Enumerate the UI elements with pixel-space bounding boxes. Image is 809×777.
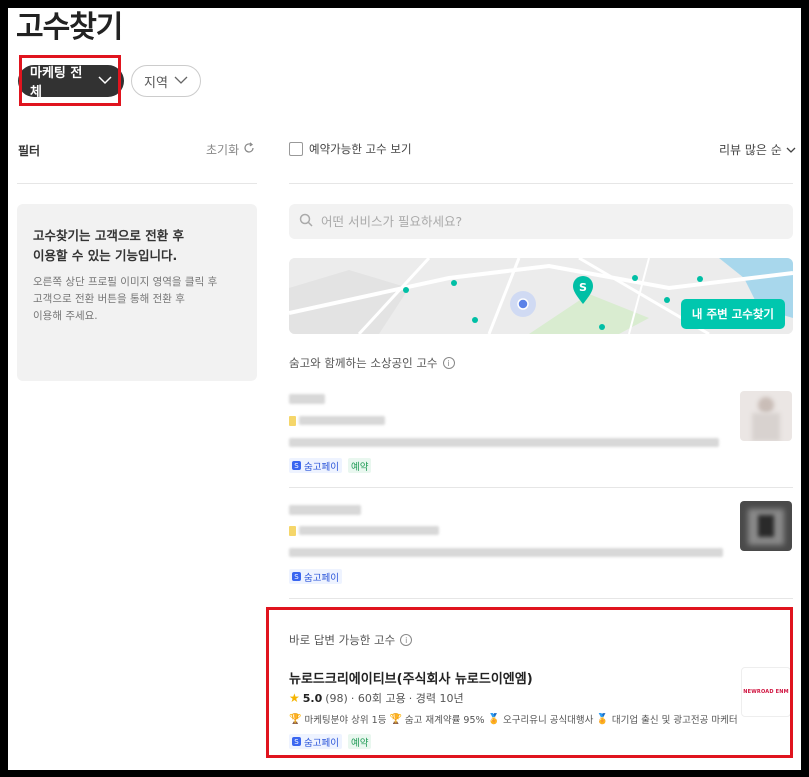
info-icon[interactable]: i [442, 357, 455, 369]
search-icon [299, 212, 313, 231]
svg-text:S: S [579, 281, 587, 294]
region-chip-label: 지역 [144, 75, 168, 91]
pro-name: 뉴로드크리에이티브(주식회사 뉴로드이엔엠) [289, 672, 533, 687]
soomgo-pay-badge: S 숨고페이 [289, 734, 342, 749]
pay-icon: S [292, 461, 301, 470]
category-filter-chip[interactable]: 마케팅 전체 [18, 65, 124, 100]
pro-logo: NEWROAD ENM [741, 667, 791, 717]
reset-button[interactable]: 초기화 [206, 141, 255, 158]
tag-2: 숨고 재계약률 95% [404, 715, 485, 726]
chevron-down-icon [98, 74, 112, 89]
medal-icon: 🏅 [487, 713, 500, 725]
reset-label: 초기화 [206, 143, 240, 157]
pro-stats: ★ 5.0 (98) · 60회 고용 · 경력 10년 [289, 690, 464, 706]
notice-title: 고수찾기는 고객으로 전환 후 이용할 수 있는 기능입니다. [33, 228, 185, 263]
nearby-pros-button[interactable]: 내 주변 고수찾기 [680, 299, 785, 329]
refresh-icon [243, 142, 255, 157]
chevron-down-icon [174, 74, 188, 89]
sort-dropdown[interactable]: 리뷰 많은 순 [719, 141, 796, 158]
blurred-name [289, 505, 361, 515]
blurred-rating-star [289, 526, 296, 536]
pro-achievement-tags: 🏆 마케팅분야 상위 1등 🏆 숨고 재계약률 95% 🏅 오구리유니 공식대행… [289, 712, 738, 727]
card-divider [289, 598, 793, 599]
checkbox[interactable] [289, 142, 303, 156]
blurred-tags [289, 438, 719, 447]
pro-thumbnail [740, 501, 792, 551]
checkbox-label: 예약가능한 고수 보기 [309, 142, 412, 156]
sort-label: 리뷰 많은 순 [719, 143, 782, 157]
reservation-badge: 예약 [348, 734, 372, 749]
category-chip-label: 마케팅 전체 [30, 66, 83, 100]
filter-label: 필터 [18, 144, 41, 158]
toolbar-divider [289, 183, 793, 184]
trophy-icon: 🏆 [289, 713, 302, 725]
tag-4: 대기업 출신 및 광고전공 마케터 [611, 715, 738, 726]
filter-divider [17, 183, 257, 184]
instant-reply-section-label: 바로 답변 가능한 고수 i [289, 632, 413, 648]
app-frame: 고수찾기 마케팅 전체 지역 필터 초기화 고수찾기는 고객으로 전환 후 이용… [8, 8, 801, 770]
blurred-stats [299, 416, 385, 425]
pro-thumbnail [740, 391, 792, 441]
available-only-toggle[interactable]: 예약가능한 고수 보기 [289, 141, 412, 157]
region-filter-chip[interactable]: 지역 [131, 65, 201, 97]
small-business-section-label: 숨고와 함께하는 소상공인 고수 i [289, 355, 455, 371]
page-title: 고수찾기 [16, 10, 123, 45]
reservation-badge: 예약 [348, 458, 372, 473]
tag-3: 오구리유니 공식대행사 [502, 715, 594, 726]
card-divider [289, 487, 793, 488]
trophy-icon: 🏆 [389, 713, 402, 725]
info-icon[interactable]: i [400, 634, 413, 646]
pro-hire-count: · 60회 고용 [350, 692, 406, 705]
map-preview[interactable]: S 내 주변 고수찾기 [289, 258, 793, 334]
notice-body: 오른쪽 상단 프로필 이미지 영역을 클릭 후 고객으로 전환 버튼을 통해 전… [33, 276, 218, 322]
blurred-stats [299, 526, 439, 535]
pay-badge-label: 숨고페이 [304, 572, 339, 584]
pay-badge-label: 숨고페이 [304, 461, 339, 473]
soomgo-pay-badge: S 숨고페이 [289, 569, 342, 584]
chevron-down-icon [786, 143, 796, 157]
blurred-name [289, 394, 325, 404]
blurred-rating-star [289, 416, 296, 426]
customer-switch-notice: 고수찾기는 고객으로 전환 후 이용할 수 있는 기능입니다. 오른쪽 상단 프… [17, 204, 257, 381]
service-search[interactable] [289, 204, 793, 239]
newroad-logo: NEWROAD ENM [743, 689, 789, 695]
pay-icon: S [292, 737, 301, 746]
soomgo-pay-badge: S 숨고페이 [289, 458, 342, 473]
section2-text: 바로 답변 가능한 고수 [289, 633, 396, 647]
pro-rating: 5.0 [302, 691, 323, 705]
blurred-tags [289, 548, 723, 557]
search-input[interactable] [321, 214, 761, 229]
star-icon: ★ [289, 691, 300, 705]
tag-1: 마케팅분야 상위 1등 [304, 715, 387, 726]
pay-icon: S [292, 572, 301, 581]
pay-badge-label: 숨고페이 [304, 737, 339, 749]
section1-text: 숨고와 함께하는 소상공인 고수 [289, 356, 438, 370]
pro-career: · 경력 10년 [408, 692, 464, 705]
pro-review-count: (98) [325, 691, 348, 705]
medal-icon: 🏅 [596, 713, 609, 725]
